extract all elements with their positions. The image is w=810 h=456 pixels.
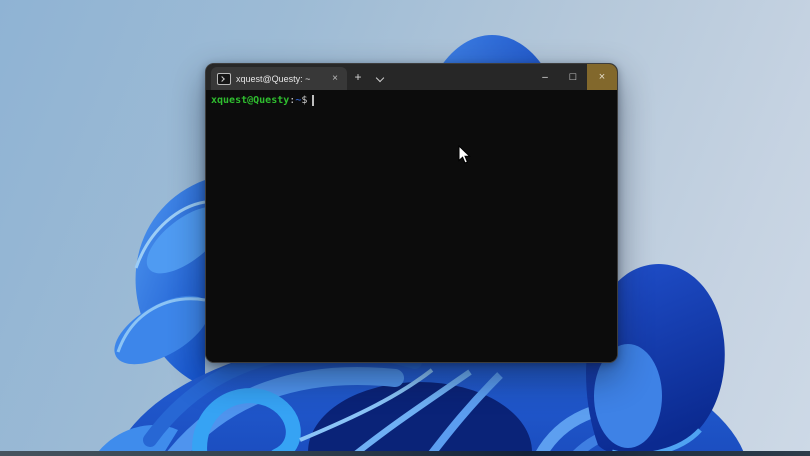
- terminal-tab[interactable]: xquest@Questy: ~ ×: [211, 67, 347, 90]
- mouse-cursor-icon: [458, 145, 471, 164]
- new-tab-button[interactable]: +: [347, 67, 369, 87]
- prompt-user-host: xquest@Questy: [211, 95, 290, 106]
- prompt-symbol: $: [301, 95, 308, 106]
- shell-prompt: xquest@Questy: ~ $: [211, 94, 617, 107]
- window-titlebar[interactable]: xquest@Questy: ~ × + – □ ×: [206, 64, 617, 90]
- terminal-cursor: [312, 95, 315, 106]
- terminal-icon: [217, 72, 231, 85]
- desktop: xquest@Questy: ~ × + – □ × xquest@Questy…: [0, 0, 810, 456]
- tab-title: xquest@Questy: ~: [236, 73, 311, 84]
- titlebar-drag-area[interactable]: [391, 64, 531, 90]
- maximize-button[interactable]: □: [559, 64, 587, 90]
- chevron-down-icon: [377, 75, 384, 82]
- close-button[interactable]: ×: [587, 64, 617, 90]
- tab-close-icon[interactable]: ×: [329, 72, 341, 86]
- terminal-content[interactable]: xquest@Questy: ~ $: [206, 90, 617, 362]
- minimize-button[interactable]: –: [531, 64, 559, 90]
- terminal-window: xquest@Questy: ~ × + – □ × xquest@Questy…: [205, 63, 618, 363]
- tab-dropdown-button[interactable]: [369, 67, 391, 87]
- taskbar-edge: [0, 451, 810, 456]
